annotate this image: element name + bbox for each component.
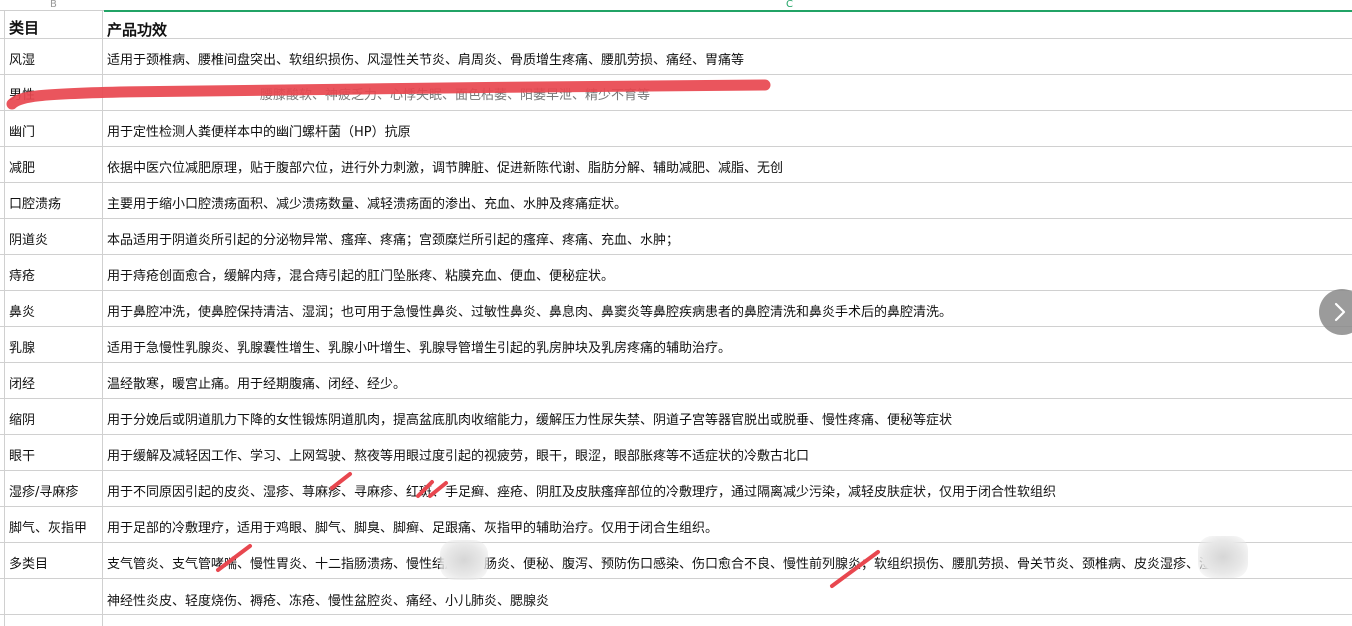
cell-category[interactable]: 眼干 [9, 445, 35, 464]
cell-category[interactable]: 男性 [9, 84, 35, 103]
row-gridline [0, 182, 1352, 183]
cell-effect[interactable]: 主要用于缩小口腔溃疡面积、减少溃疡数量、减轻溃疡面的渗出、充血、水肿及疼痛症状。 [107, 193, 627, 212]
cell-category[interactable]: 乳腺 [9, 337, 35, 356]
row-gridline [0, 506, 1352, 507]
cell-category[interactable]: 风湿 [9, 49, 35, 68]
column-header-c[interactable]: C [786, 0, 793, 10]
cell-effect[interactable]: 支气管炎、支气管哮喘、慢性胃炎、十二指肠溃疡、慢性结肠炎、肠炎、便秘、腹泻、预防… [107, 553, 1238, 572]
cell-category[interactable]: 脚气、灰指甲 [9, 517, 87, 536]
row-gridline [0, 326, 1352, 327]
cell-effect[interactable]: 温经散寒，暖宫止痛。用于经期腹痛、闭经、经少。 [107, 373, 406, 392]
cell-effect[interactable]: 用于定性检测人粪便样本中的幽门螺杆菌（HP）抗原 [107, 121, 411, 140]
row-gridline [0, 470, 1352, 471]
cell-category[interactable]: 多类目 [9, 553, 48, 572]
cell-effect[interactable]: 用于痔疮创面愈合，缓解内痔，混合痔引起的肛门坠胀疼、粘膜充血、便血、便秘症状。 [107, 265, 614, 284]
cell-category[interactable]: 湿疹/寻麻疹 [9, 481, 78, 500]
chevron-right-icon [1334, 302, 1346, 322]
blur-redaction [440, 540, 488, 580]
row-gridline [0, 38, 1352, 39]
cell-category[interactable]: 闭经 [9, 373, 35, 392]
row-gridline [0, 362, 1352, 363]
row-gridline [0, 290, 1352, 291]
cell-effect[interactable]: 用于不同原因引起的皮炎、湿疹、荨麻疹、寻麻疹、红斑、手足癣、痤疮、阴肛及皮肤瘙痒… [107, 481, 1056, 500]
cell-effect[interactable]: 本品适用于阴道炎所引起的分泌物异常、瘙痒、疼痛；宫颈糜烂所引起的瘙痒、疼痛、充血… [107, 229, 679, 248]
row-gridline [0, 398, 1352, 399]
column-gridline [4, 11, 5, 626]
row-gridline [0, 434, 1352, 435]
column-header-b[interactable]: B [50, 0, 57, 10]
cell-category[interactable]: 阴道炎 [9, 229, 48, 248]
header-category[interactable]: 类目 [9, 17, 39, 38]
cell-category[interactable]: 鼻炎 [9, 301, 35, 320]
row-gridline [0, 110, 1352, 111]
row-gridline [0, 218, 1352, 219]
cell-category[interactable]: 缩阴 [9, 409, 35, 428]
cell-effect[interactable]: 用于鼻腔冲洗，使鼻腔保持清洁、湿润；也可用于急慢性鼻炎、过敏性鼻炎、鼻息肉、鼻窦… [107, 301, 952, 320]
header-effect[interactable]: 产品功效 [107, 19, 167, 40]
row-gridline [0, 542, 1352, 543]
row-gridline [0, 614, 1352, 615]
cell-effect[interactable]: 用于分娩后或阴道肌力下降的女性锻炼阴道肌肉，提高盆底肌肉收缩能力，缓解压力性尿失… [107, 409, 952, 428]
selection-border [104, 10, 1352, 12]
cell-effect[interactable]: 用于缓解及减轻因工作、学习、上网驾驶、熬夜等用眼过度引起的视疲劳，眼干，眼涩，眼… [107, 445, 809, 464]
row-gridline [0, 74, 1352, 75]
cell-effect[interactable]: 用于足部的冷敷理疗，适用于鸡眼、脚气、脚臭、脚癣、足跟痛、灰指甲的辅助治疗。仅用… [107, 517, 718, 536]
cell-effect[interactable]: 适用于急慢性乳腺炎、乳腺囊性增生、乳腺小叶增生、乳腺导管增生引起的乳房肿块及乳房… [107, 337, 731, 356]
row-gridline [0, 254, 1352, 255]
cell-category[interactable]: 口腔溃疡 [9, 193, 61, 212]
next-button[interactable] [1319, 289, 1352, 335]
row-gridline [0, 578, 1352, 579]
cell-effect[interactable]: 神经性炎皮、轻度烧伤、褥疮、冻疮、慢性盆腔炎、痛经、小儿肺炎、腮腺炎 [107, 590, 549, 609]
cell-effect[interactable]: 适用于颈椎病、腰椎间盘突出、软组织损伤、风湿性关节炎、肩周炎、骨质增生疼痛、腰肌… [107, 49, 744, 68]
cell-effect[interactable]: 依据中医穴位减肥原理，贴于腹部穴位，进行外力刺激，调节脾脏、促进新陈代谢、脂肪分… [107, 157, 783, 176]
cell-category[interactable]: 幽门 [9, 121, 35, 140]
blur-redaction [1198, 536, 1248, 578]
cell-category[interactable]: 痔疮 [9, 265, 35, 284]
spreadsheet[interactable]: B C 类目 产品功效 风湿 适用于颈椎病、腰椎间盘突出、软组织损伤、风湿性关节… [0, 0, 1352, 626]
cell-effect[interactable]: 腰膝酸软、神疲乏力、心悸失眠、面色枯萎、阳萎早泄、精少不育等 [260, 84, 650, 103]
cell-category[interactable]: 减肥 [9, 157, 35, 176]
column-gridline [102, 11, 103, 626]
row-gridline [0, 146, 1352, 147]
